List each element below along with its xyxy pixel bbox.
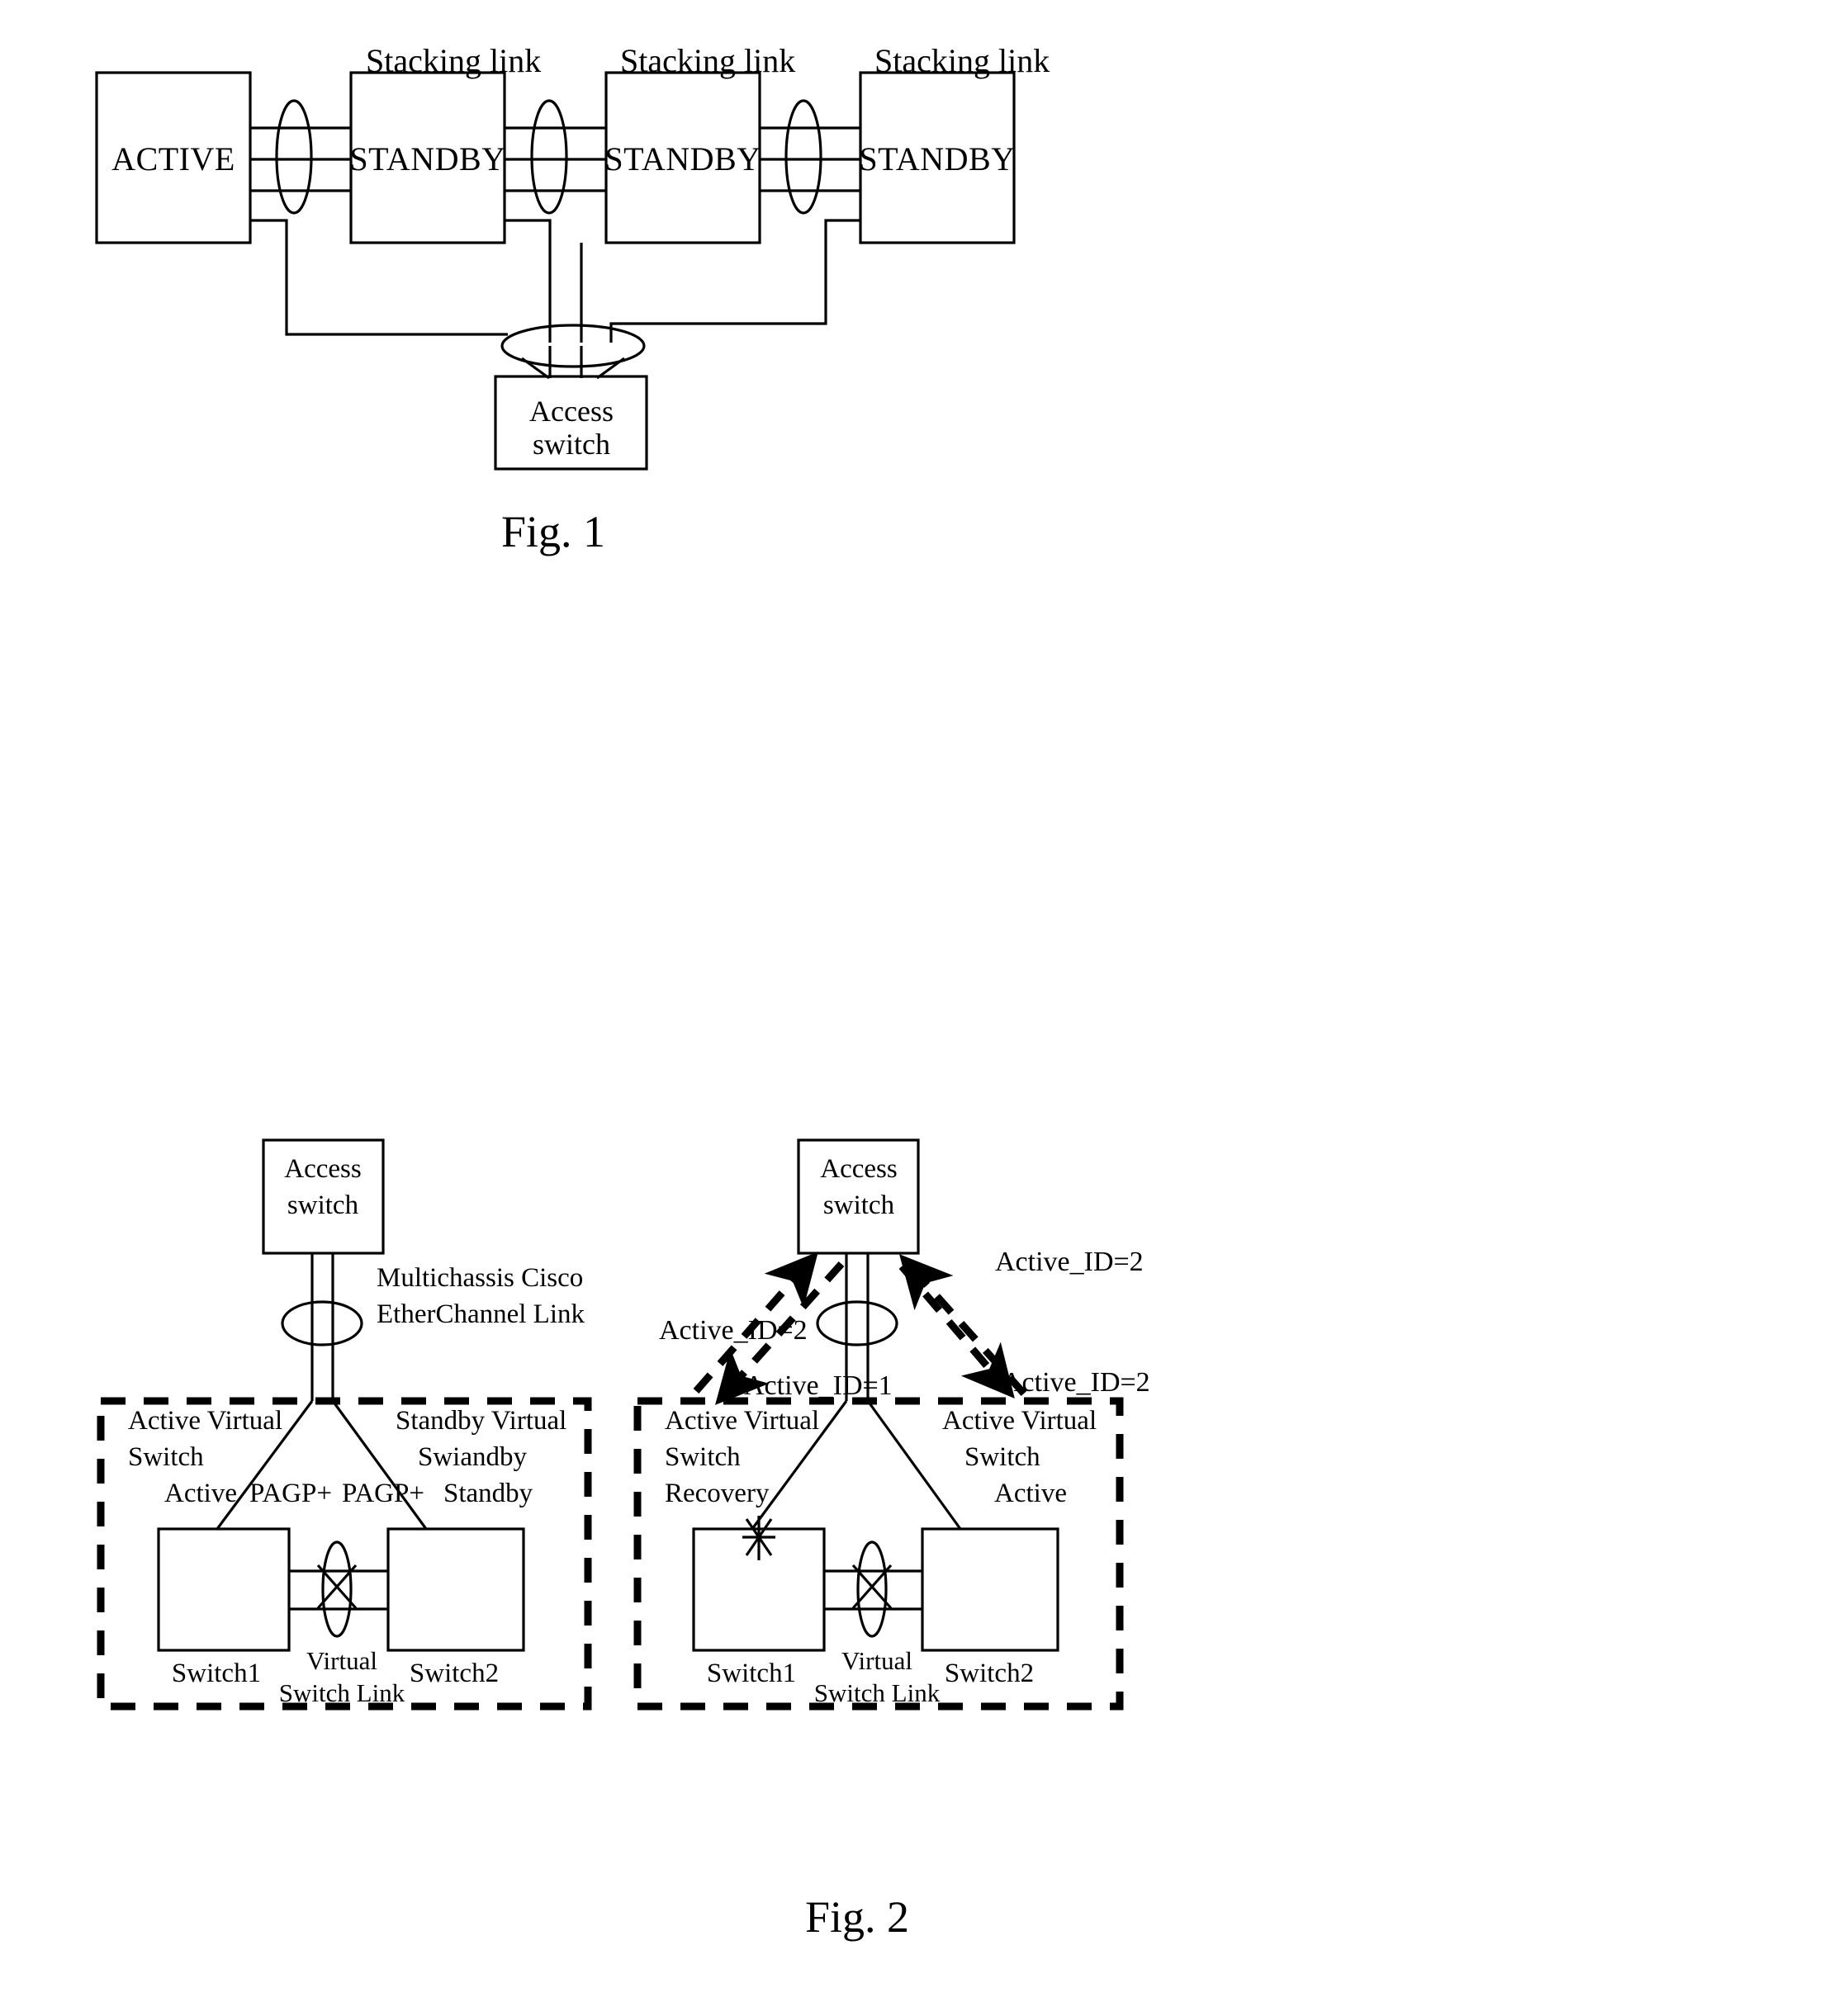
- chassis-label-active: ACTIVE: [111, 140, 235, 177]
- figure2-linework: [97, 1138, 1124, 1711]
- right-panel-left-role-line2: Switch: [665, 1442, 741, 1472]
- vsl-label-left-line1: Virtual: [306, 1646, 377, 1675]
- access-aggregation-ellipse: [500, 324, 646, 368]
- chassis-label-standby-2: STANDBY: [604, 140, 761, 177]
- switch2-label-right-panel: Switch2: [944, 1659, 1035, 1688]
- stacking-link-label-3: Stacking link: [874, 42, 1050, 79]
- switch1-box-left-panel: [157, 1527, 291, 1652]
- patent-figure-page: Stacking link Stacking link Stacking lin…: [0, 0, 1834, 2016]
- right-panel-right-role-line3: Active: [994, 1479, 1067, 1508]
- right-role-label-line3: Standby: [443, 1479, 533, 1508]
- stacking-link-label-2: Stacking link: [620, 42, 796, 79]
- vsl-label-left-line2: Switch Link: [278, 1678, 405, 1707]
- active-id-arrow-down-right: [898, 1264, 1015, 1398]
- figure1-caption: Fig. 1: [500, 507, 606, 556]
- switch2-label-left-panel: Switch2: [409, 1659, 500, 1688]
- switch1-label-left-panel: Switch1: [171, 1659, 262, 1688]
- access-switch-label-line2-fig2-left: switch: [287, 1190, 359, 1220]
- etherchannel-label-line1: Multichassis Cisco: [377, 1263, 584, 1293]
- switch2-box-left-panel: [386, 1527, 525, 1652]
- downlink-standby-3: [609, 219, 860, 343]
- right-panel-right-role-line2: Switch: [964, 1442, 1040, 1472]
- right-role-label-line1: Standby Virtual: [396, 1406, 567, 1436]
- active-id-annotation-1: Active_ID=2: [659, 1315, 808, 1346]
- link-failure-marker: [742, 1516, 775, 1560]
- etherchannel-ellipse-left: [281, 1300, 363, 1346]
- access-switch-label-line1-fig2-left: Access: [284, 1154, 362, 1184]
- etherchannel-ellipse-right: [816, 1300, 898, 1346]
- chassis-label-standby-1: STANDBY: [349, 140, 506, 177]
- active-id-annotation-2: Active_ID=1: [744, 1370, 893, 1401]
- stack-link-ellipse-2: [530, 99, 568, 215]
- active-id-annotation-3: Active_ID=2: [1002, 1367, 1150, 1398]
- vsl-label-right-line2: Switch Link: [813, 1678, 941, 1707]
- access-switch-label-line1-fig2-right: Access: [820, 1154, 898, 1184]
- stacking-link-label-1: Stacking link: [366, 42, 542, 79]
- right-role-label-line2: Swiandby: [418, 1442, 527, 1472]
- right-panel-left-role-line3: Recovery: [665, 1479, 770, 1508]
- switch1-label-right-panel: Switch1: [706, 1659, 797, 1688]
- left-role-label-line3: Active: [164, 1479, 237, 1508]
- access-switch-label-line2-fig2-right: switch: [822, 1190, 895, 1220]
- switch2-box-right-panel: [921, 1527, 1059, 1652]
- pagp-label-right: PAGP+: [342, 1479, 424, 1508]
- access-switch-label-line1-fig1: Access: [529, 395, 614, 428]
- downlink-active: [250, 219, 508, 336]
- stack-link-ellipse-3: [784, 99, 822, 215]
- switch1-box-right-panel: [692, 1527, 826, 1652]
- figure2-caption: Fig. 2: [804, 1892, 910, 1942]
- left-role-label-line2: Switch: [128, 1442, 204, 1472]
- figure1-linework: [95, 71, 1016, 471]
- etherchannel-label-line2: EtherChannel Link: [377, 1299, 585, 1329]
- access-switch-label-line2-fig1: switch: [533, 428, 610, 461]
- right-panel-left-role-line1: Active Virtual: [665, 1406, 820, 1436]
- pagp-label-left: PAGP+: [249, 1479, 332, 1508]
- right-panel-right-role-line1: Active Virtual: [942, 1406, 1097, 1436]
- vsl-ellipse-right: [856, 1540, 888, 1638]
- active-id-annotation-0: Active_ID=2: [995, 1247, 1144, 1277]
- left-role-label-line1: Active Virtual: [128, 1406, 283, 1436]
- stack-link-ellipse-1: [275, 99, 313, 215]
- downlink-standby-1: [505, 219, 552, 343]
- chassis-label-standby-3: STANDBY: [859, 140, 1016, 177]
- vsl-ellipse-left: [321, 1540, 353, 1638]
- vsl-label-right-line1: Virtual: [841, 1646, 912, 1675]
